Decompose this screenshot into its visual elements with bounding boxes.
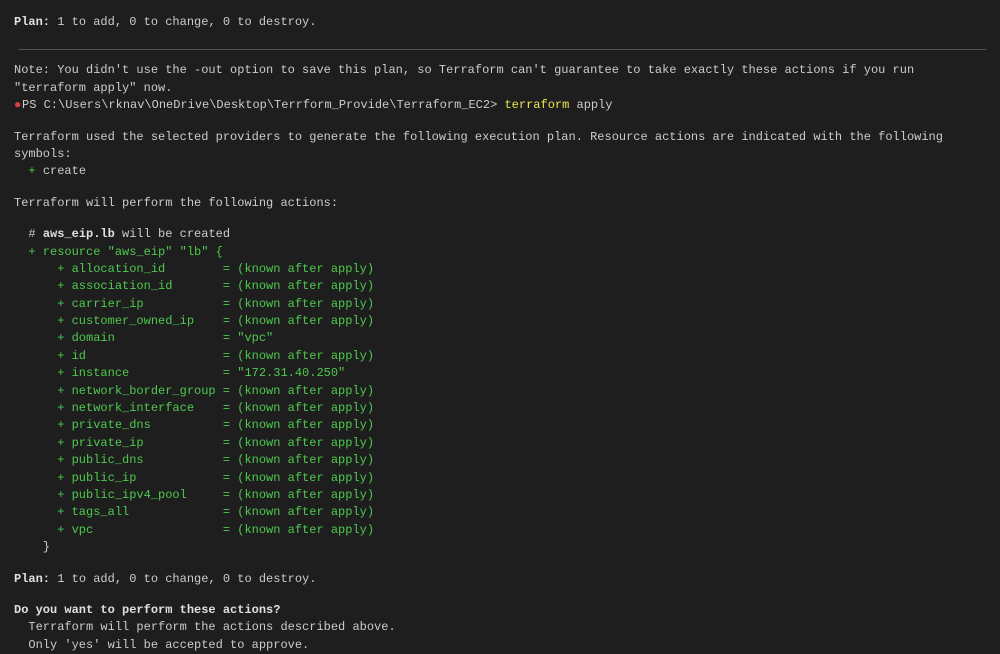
attribute-row: + tags_all = (known after apply): [14, 504, 986, 521]
command-apply: apply: [569, 97, 612, 114]
plan-label: Plan:: [14, 572, 50, 586]
note-line: Note: You didn't use the -out option to …: [14, 62, 986, 97]
plan-values: 1 to add, 0 to change, 0 to destroy.: [50, 15, 316, 29]
plan-values: 1 to add, 0 to change, 0 to destroy.: [50, 572, 316, 586]
plan-summary-1: Plan: 1 to add, 0 to change, 0 to destro…: [14, 14, 986, 31]
attribute-row: + public_dns = (known after apply): [14, 452, 986, 469]
attribute-row: + association_id = (known after apply): [14, 278, 986, 295]
attribute-row: + carrier_ip = (known after apply): [14, 296, 986, 313]
attributes-block: + allocation_id = (known after apply) + …: [14, 261, 986, 539]
command-terraform: terraform: [504, 97, 569, 114]
prompt-path: PS C:\Users\rknav\OneDrive\Desktop\Terrf…: [22, 97, 504, 114]
divider-line: [18, 49, 986, 50]
attribute-row: + public_ip = (known after apply): [14, 470, 986, 487]
perform-actions-line: Terraform will perform the following act…: [14, 195, 986, 212]
attribute-row: + customer_owned_ip = (known after apply…: [14, 313, 986, 330]
attribute-row: + network_border_group = (known after ap…: [14, 383, 986, 400]
create-symbol-line: + create: [14, 163, 986, 180]
attribute-row: + instance = "172.31.40.250": [14, 365, 986, 382]
attribute-row: + domain = "vpc": [14, 330, 986, 347]
resource-comment: # aws_eip.lb will be created: [14, 226, 986, 243]
plan-label: Plan:: [14, 15, 50, 29]
attribute-row: + network_interface = (known after apply…: [14, 400, 986, 417]
close-brace: }: [14, 539, 986, 556]
attribute-row: + private_dns = (known after apply): [14, 417, 986, 434]
attribute-row: + allocation_id = (known after apply): [14, 261, 986, 278]
resource-declaration: + resource "aws_eip" "lb" {: [14, 244, 986, 261]
execution-plan-intro: Terraform used the selected providers to…: [14, 129, 986, 164]
confirm-line-1: Terraform will perform the actions descr…: [14, 619, 986, 636]
error-dot-icon: ●: [14, 97, 22, 114]
attribute-row: + private_ip = (known after apply): [14, 435, 986, 452]
plan-summary-2: Plan: 1 to add, 0 to change, 0 to destro…: [14, 571, 986, 588]
confirm-line-2: Only 'yes' will be accepted to approve.: [14, 637, 986, 654]
terminal-output: Plan: 1 to add, 0 to change, 0 to destro…: [10, 14, 986, 654]
attribute-row: + id = (known after apply): [14, 348, 986, 365]
confirm-question: Do you want to perform these actions?: [14, 602, 986, 619]
attribute-row: + public_ipv4_pool = (known after apply): [14, 487, 986, 504]
attribute-row: + vpc = (known after apply): [14, 522, 986, 539]
prompt-line[interactable]: ● PS C:\Users\rknav\OneDrive\Desktop\Ter…: [14, 97, 986, 114]
